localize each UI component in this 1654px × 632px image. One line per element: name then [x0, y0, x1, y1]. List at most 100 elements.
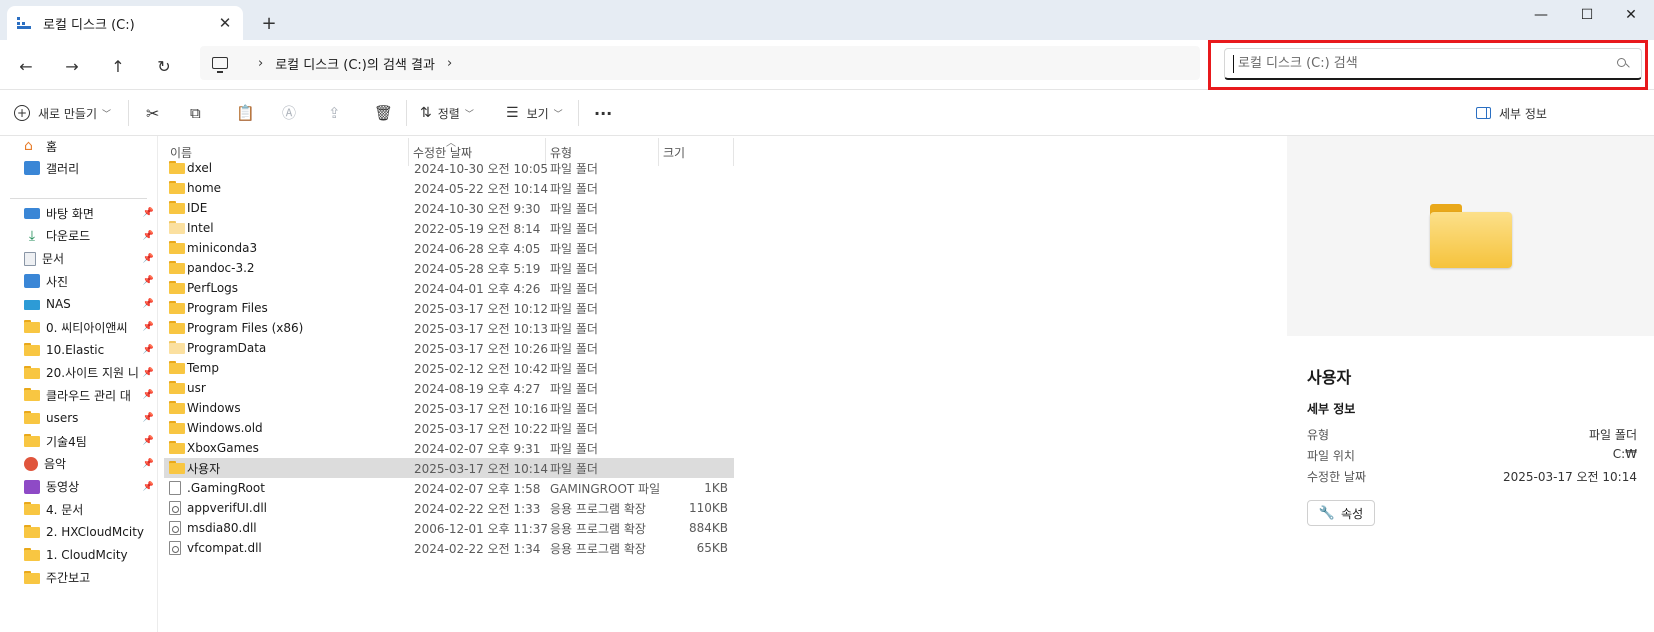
- breadcrumb-expand-icon[interactable]: ›: [447, 56, 452, 71]
- refresh-button[interactable]: ↻: [150, 52, 178, 80]
- file-row[interactable]: vfcompat.dll 2024-02-22 오전 1:34 응용 프로그램 확장…: [164, 538, 734, 558]
- sidebar-item[interactable]: 1. CloudMcity: [24, 544, 154, 566]
- sidebar-item[interactable]: 4. 문서: [24, 498, 154, 520]
- sidebar-item[interactable]: 주간보고: [24, 567, 154, 589]
- sidebar-item[interactable]: 기술4팀 📌: [24, 430, 154, 452]
- forward-button[interactable]: →: [58, 52, 86, 80]
- pin-icon[interactable]: 📌: [143, 459, 154, 469]
- pin-icon[interactable]: 📌: [143, 299, 154, 309]
- view-button[interactable]: ☰ 보기 ﹀: [506, 99, 563, 127]
- sidebar-item[interactable]: 사진 📌: [24, 270, 154, 292]
- details-pane-button[interactable]: 세부 정보: [1476, 99, 1547, 127]
- copy-icon: ⧉: [190, 104, 201, 122]
- file-row[interactable]: PerfLogs 2024-04-01 오후 4:26 파일 폴더: [164, 278, 734, 298]
- file-row[interactable]: .GamingRoot 2024-02-07 오후 1:58 GAMINGROOT …: [164, 478, 734, 498]
- file-row[interactable]: Intel 2022-05-19 오전 8:14 파일 폴더: [164, 218, 734, 238]
- pin-icon[interactable]: 📌: [143, 413, 154, 423]
- breadcrumb-chevron-icon[interactable]: ›: [258, 56, 263, 71]
- more-options-button[interactable]: ···: [594, 99, 612, 127]
- file-row[interactable]: XboxGames 2024-02-07 오후 9:31 파일 폴더: [164, 438, 734, 458]
- search-container[interactable]: [1224, 48, 1642, 80]
- file-row[interactable]: Windows 2025-03-17 오전 10:16 파일 폴더: [164, 398, 734, 418]
- pin-icon[interactable]: 📌: [143, 390, 154, 400]
- file-date: 2024-10-30 오전 9:30: [414, 201, 541, 216]
- file-row[interactable]: ProgramData 2025-03-17 오전 10:26 파일 폴더: [164, 338, 734, 358]
- file-row[interactable]: msdia80.dll 2006-12-01 오후 11:37 응용 프로그램 확장…: [164, 518, 734, 538]
- file-row[interactable]: dxel 2024-10-30 오전 10:05 파일 폴더: [164, 158, 734, 178]
- clipboard-icon: 📋: [236, 104, 255, 122]
- copy-button[interactable]: ⧉: [190, 99, 201, 127]
- sidebar-item[interactable]: 10.Elastic 📌: [24, 339, 154, 361]
- properties-button[interactable]: 🔧 속성: [1307, 500, 1375, 526]
- sidebar-item[interactable]: NAS 📌: [24, 293, 154, 315]
- search-input[interactable]: [1233, 54, 1617, 73]
- pin-icon[interactable]: 📌: [143, 368, 154, 378]
- file-row[interactable]: home 2024-05-22 오전 10:14 파일 폴더: [164, 178, 734, 198]
- dll-file-icon: [169, 541, 181, 555]
- file-row[interactable]: miniconda3 2024-06-28 오후 4:05 파일 폴더: [164, 238, 734, 258]
- breadcrumb-current[interactable]: 로컬 디스크 (C:)의 검색 결과: [275, 54, 435, 73]
- paste-button[interactable]: 📋: [236, 99, 255, 127]
- sidebar-item[interactable]: ⤓ 다운로드 📌: [24, 225, 154, 247]
- properties-label: 속성: [1341, 506, 1364, 521]
- pin-icon[interactable]: 📌: [143, 436, 154, 446]
- new-tab-button[interactable]: +: [256, 10, 282, 36]
- sidebar-item[interactable]: 20.사이트 지원 니 📌: [24, 362, 154, 384]
- sidebar-item-home[interactable]: ⌂ 홈: [24, 135, 154, 157]
- minimize-button[interactable]: —: [1518, 0, 1564, 30]
- pin-icon[interactable]: 📌: [143, 231, 154, 241]
- network-drive-icon: [24, 300, 40, 311]
- sidebar-item[interactable]: 0. 씨티아이앤씨 📌: [24, 316, 154, 338]
- pin-icon[interactable]: 📌: [143, 322, 154, 332]
- sidebar-item-label: 음악: [44, 457, 67, 472]
- new-button[interactable]: + 새로 만들기 ﹀: [14, 99, 111, 127]
- sort-button[interactable]: ⇅ 정렬 ﹀: [420, 99, 474, 127]
- sidebar-item[interactable]: 동영상 📌: [24, 476, 154, 498]
- tab-local-disk[interactable]: 로컬 디스크 (C:) ✕: [7, 6, 243, 40]
- sidebar-item[interactable]: 클라우드 관리 대 📌: [24, 384, 154, 406]
- up-button[interactable]: ↑: [104, 52, 132, 80]
- sidebar-item-gallery[interactable]: 갤러리: [24, 157, 154, 179]
- maximize-button[interactable]: ☐: [1564, 0, 1610, 30]
- back-button[interactable]: ←: [12, 52, 40, 80]
- file-row[interactable]: Temp 2025-02-12 오전 10:42 파일 폴더: [164, 358, 734, 378]
- share-button[interactable]: ⇪: [328, 99, 341, 127]
- sidebar-item-label: 1. CloudMcity: [46, 548, 128, 562]
- file-row[interactable]: 사용자 2025-03-17 오전 10:14 파일 폴더: [164, 458, 734, 478]
- file-row[interactable]: Windows.old 2025-03-17 오전 10:22 파일 폴더: [164, 418, 734, 438]
- file-list: dxel 2024-10-30 오전 10:05 파일 폴더 home 2024-05-…: [164, 158, 734, 558]
- file-row[interactable]: IDE 2024-10-30 오전 9:30 파일 폴더: [164, 198, 734, 218]
- address-bar[interactable]: › 로컬 디스크 (C:)의 검색 결과 ›: [200, 46, 1200, 80]
- details-title: 사용자: [1307, 368, 1352, 387]
- file-name: Program Files (x86): [187, 321, 304, 335]
- file-row[interactable]: usr 2024-08-19 오후 4:27 파일 폴더: [164, 378, 734, 398]
- pin-icon[interactable]: 📌: [143, 345, 154, 355]
- sidebar-item[interactable]: 음악 📌: [24, 453, 154, 475]
- search-icon[interactable]: [1617, 57, 1629, 70]
- cut-button[interactable]: ✂: [146, 99, 159, 127]
- sidebar-item-label: 다운로드: [46, 229, 91, 244]
- computer-icon[interactable]: [212, 57, 228, 73]
- sidebar-item[interactable]: 바탕 화면 📌: [24, 202, 154, 224]
- folder-icon: [169, 381, 185, 394]
- delete-button[interactable]: 🗑: [374, 99, 393, 127]
- file-date: 2024-02-07 오후 1:58: [414, 481, 541, 496]
- file-row[interactable]: appverifUI.dll 2024-02-22 오전 1:33 응용 프로그램 …: [164, 498, 734, 518]
- sidebar-item[interactable]: 2. HXCloudMcity: [24, 521, 154, 543]
- music-icon: [24, 456, 38, 471]
- close-tab-icon[interactable]: ✕: [213, 11, 237, 35]
- folder-icon: [169, 241, 185, 254]
- file-row[interactable]: Program Files (x86) 2025-03-17 오전 10:13 파일…: [164, 318, 734, 338]
- file-name: home: [187, 181, 222, 195]
- sidebar-item[interactable]: users 📌: [24, 407, 154, 429]
- pin-icon[interactable]: 📌: [143, 208, 154, 218]
- file-row[interactable]: pandoc-3.2 2024-05-28 오후 5:19 파일 폴더: [164, 258, 734, 278]
- pin-icon[interactable]: 📌: [143, 276, 154, 286]
- pin-icon[interactable]: 📌: [143, 482, 154, 492]
- pin-icon[interactable]: 📌: [143, 254, 154, 264]
- view-list-icon: ☰: [506, 105, 519, 121]
- rename-button[interactable]: Ⓐ: [282, 99, 296, 127]
- file-row[interactable]: Program Files 2025-03-17 오전 10:12 파일 폴더: [164, 298, 734, 318]
- sidebar-item[interactable]: 문서 📌: [24, 248, 154, 270]
- close-window-button[interactable]: ✕: [1608, 0, 1654, 30]
